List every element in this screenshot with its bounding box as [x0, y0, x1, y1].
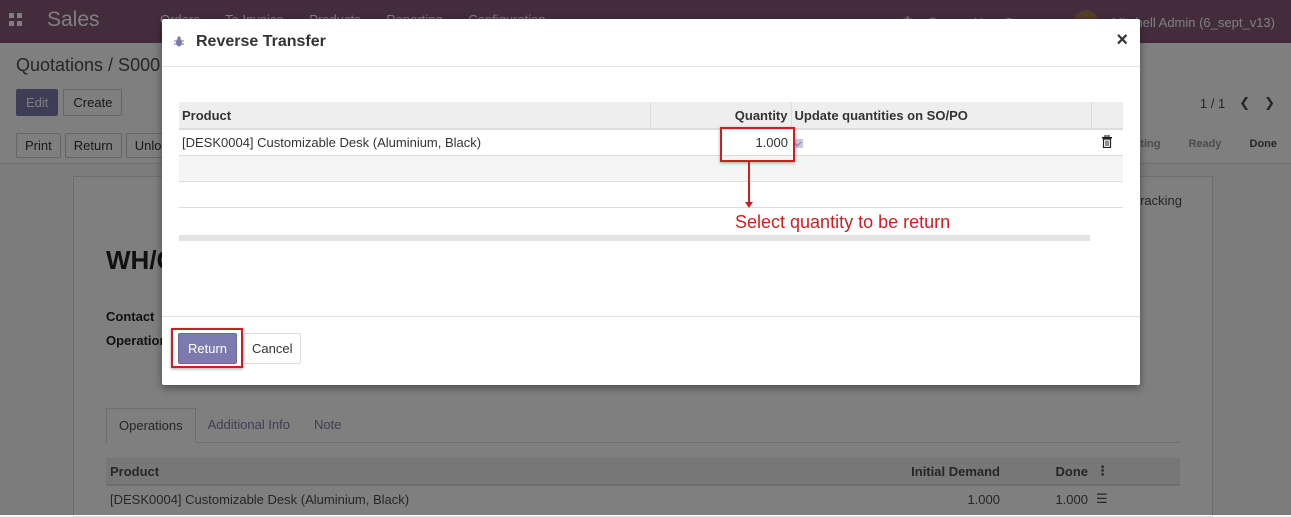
modal-header: Reverse Transfer × — [162, 19, 1140, 67]
empty-row — [179, 156, 1123, 182]
update-quantities-checkbox[interactable] — [794, 139, 803, 148]
col-product[interactable]: Product — [179, 102, 650, 129]
return-button-highlight-box — [171, 328, 243, 368]
line-update-checkbox-cell — [791, 129, 1091, 156]
line-delete-cell — [1091, 129, 1123, 156]
close-icon[interactable]: × — [1116, 30, 1128, 50]
col-delete — [1091, 102, 1123, 129]
return-lines-table: Product Quantity Update quantities on SO… — [179, 102, 1123, 208]
quantity-highlight-box — [720, 127, 795, 162]
modal-title: Reverse Transfer — [196, 33, 326, 51]
table-row[interactable]: [DESK0004] Customizable Desk (Aluminium,… — [179, 129, 1123, 156]
line-product[interactable]: [DESK0004] Customizable Desk (Aluminium,… — [179, 129, 650, 156]
cancel-button[interactable]: Cancel — [243, 333, 301, 364]
reverse-transfer-dialog: Reverse Transfer × Product Quantity Upda… — [162, 19, 1140, 385]
modal-footer: Return Cancel — [162, 316, 1140, 386]
horizontal-scrollbar[interactable] — [179, 235, 1090, 241]
col-update-quantities[interactable]: Update quantities on SO/PO — [791, 102, 1091, 129]
bug-icon — [174, 36, 184, 47]
annotation-arrow-line — [748, 160, 750, 203]
annotation-arrow-head-icon — [745, 202, 753, 208]
annotation-text: Select quantity to be return — [735, 212, 950, 233]
col-quantity[interactable]: Quantity — [650, 102, 791, 129]
trash-icon[interactable] — [1101, 135, 1113, 148]
empty-row — [179, 182, 1123, 208]
